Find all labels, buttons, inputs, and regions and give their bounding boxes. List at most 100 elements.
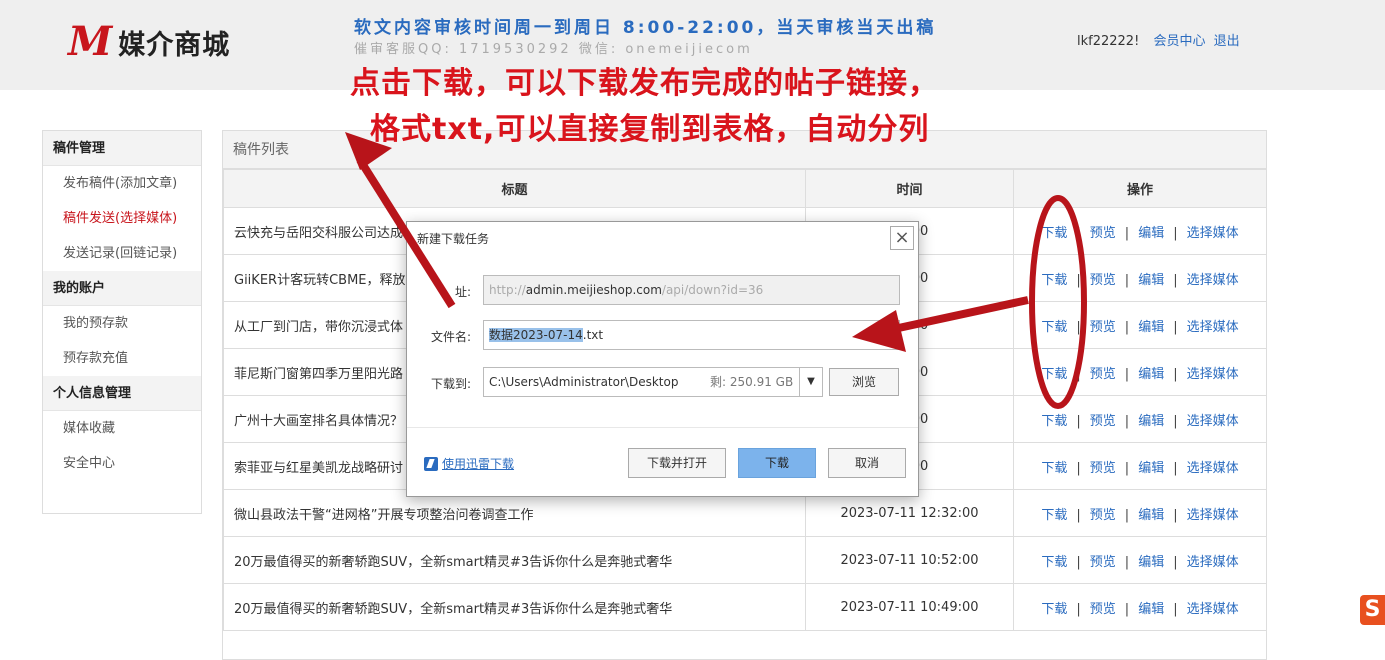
op-separator: |	[1124, 272, 1130, 288]
sidebar-item-publish[interactable]: 发布稿件(添加文章)	[43, 166, 201, 201]
row-ops: 下载 | 预览 | 编辑 | 选择媒体	[1013, 442, 1267, 490]
sidebar-item-recharge[interactable]: 预存款充值	[43, 341, 201, 376]
row-title: 20万最值得买的新奢轿跑SUV，全新smart精灵#3告诉你什么是奔驰式奢华	[223, 536, 806, 584]
url-host: admin.meijieshop.com	[525, 283, 662, 297]
thunder-icon	[424, 456, 438, 471]
cancel-button[interactable]: 取消	[828, 448, 906, 478]
browse-button[interactable]: 浏览	[829, 368, 899, 396]
op-separator: |	[1124, 366, 1130, 382]
review-hours-notice: 软文内容审核时间周一到周日 8:00-22:00，当天审核当天出稿	[354, 18, 937, 38]
edit-link[interactable]: 编辑	[1138, 555, 1164, 570]
download-link[interactable]: 下载	[1041, 320, 1067, 335]
op-separator: |	[1173, 319, 1178, 335]
row-ops: 下载 | 预览 | 编辑 | 选择媒体	[1013, 395, 1267, 443]
download-and-open-button[interactable]: 下载并打开	[628, 448, 726, 478]
download-link[interactable]: 下载	[1041, 273, 1067, 288]
url-label: 址:	[454, 285, 471, 299]
download-link[interactable]: 下载	[1041, 367, 1067, 382]
save-path-label: 下载到:	[430, 377, 471, 391]
preview-link[interactable]: 预览	[1090, 602, 1116, 617]
sidebar-item-send[interactable]: 稿件发送(选择媒体)	[43, 201, 201, 236]
op-separator: |	[1124, 413, 1130, 429]
url-scheme: http://	[489, 283, 526, 297]
close-icon[interactable]: ×	[890, 226, 914, 250]
download-button[interactable]: 下载	[738, 448, 816, 478]
preview-link[interactable]: 预览	[1090, 367, 1116, 382]
download-link[interactable]: 下载	[1041, 461, 1067, 476]
dialog-title: 新建下载任务	[417, 232, 490, 246]
edit-link[interactable]: 编辑	[1138, 461, 1164, 476]
support-contact: 催审客服QQ: 1719530292 微信: onemeijiecom	[354, 42, 753, 57]
op-separator: |	[1124, 554, 1130, 570]
edit-link[interactable]: 编辑	[1138, 367, 1164, 382]
select-media-link[interactable]: 选择媒体	[1187, 414, 1239, 429]
download-link[interactable]: 下载	[1041, 508, 1067, 523]
preview-link[interactable]: 预览	[1090, 555, 1116, 570]
column-header-ops: 操作	[1013, 169, 1267, 208]
op-separator: |	[1076, 366, 1081, 382]
row-ops: 下载 | 预览 | 编辑 | 选择媒体	[1013, 207, 1267, 255]
edit-link[interactable]: 编辑	[1138, 273, 1164, 288]
edit-link[interactable]: 编辑	[1138, 508, 1164, 523]
new-download-dialog: 新建下载任务 × 址: http://admin.meijieshop.com/…	[406, 221, 919, 497]
preview-link[interactable]: 预览	[1090, 320, 1116, 335]
select-media-link[interactable]: 选择媒体	[1187, 273, 1239, 288]
table-row: 20万最值得买的新奢轿跑SUV，全新smart精灵#3告诉你什么是奔驰式奢华 20…	[223, 583, 1267, 631]
preview-link[interactable]: 预览	[1090, 273, 1116, 288]
url-path: /api/down?id=36	[661, 283, 764, 297]
download-link[interactable]: 下载	[1041, 226, 1067, 241]
op-separator: |	[1076, 554, 1081, 570]
member-center-link[interactable]: 会员中心	[1153, 34, 1205, 49]
preview-link[interactable]: 预览	[1090, 414, 1116, 429]
table-row: 20万最值得买的新奢轿跑SUV，全新smart精灵#3告诉你什么是奔驰式奢华 20…	[223, 536, 1267, 584]
chevron-down-icon[interactable]: ▼	[799, 367, 823, 397]
filename-label: 文件名:	[430, 330, 471, 344]
row-ops: 下载 | 预览 | 编辑 | 选择媒体	[1013, 489, 1267, 537]
download-link[interactable]: 下载	[1041, 602, 1067, 617]
op-separator: |	[1076, 319, 1081, 335]
op-separator: |	[1124, 601, 1130, 617]
op-separator: |	[1076, 272, 1081, 288]
site-logo[interactable]: M 媒介商城	[68, 22, 230, 62]
op-separator: |	[1173, 413, 1178, 429]
sidebar-item-favorites[interactable]: 媒体收藏	[43, 411, 201, 446]
preview-link[interactable]: 预览	[1090, 461, 1116, 476]
user-bar: lkf22222! 会员中心 退出	[1077, 30, 1244, 49]
sidebar-item-records[interactable]: 发送记录(回链记录)	[43, 236, 201, 271]
row-ops: 下载 | 预览 | 编辑 | 选择媒体	[1013, 536, 1267, 584]
row-time: 2023-07-11 10:49:00	[805, 583, 1014, 631]
select-media-link[interactable]: 选择媒体	[1187, 508, 1239, 523]
op-separator: |	[1124, 460, 1130, 476]
preview-link[interactable]: 预览	[1090, 226, 1116, 241]
select-media-link[interactable]: 选择媒体	[1187, 226, 1239, 241]
table-header-row: 标题 时间 操作	[223, 169, 1267, 208]
op-separator: |	[1076, 413, 1081, 429]
edit-link[interactable]: 编辑	[1138, 320, 1164, 335]
sidebar-item-security[interactable]: 安全中心	[43, 446, 201, 481]
select-media-link[interactable]: 选择媒体	[1187, 367, 1239, 382]
select-media-link[interactable]: 选择媒体	[1187, 320, 1239, 335]
op-separator: |	[1173, 225, 1178, 241]
logo-mark: M	[68, 18, 113, 65]
select-media-link[interactable]: 选择媒体	[1187, 555, 1239, 570]
select-media-link[interactable]: 选择媒体	[1187, 461, 1239, 476]
select-media-link[interactable]: 选择媒体	[1187, 602, 1239, 617]
logout-link[interactable]: 退出	[1214, 34, 1240, 49]
edit-link[interactable]: 编辑	[1138, 414, 1164, 429]
op-separator: |	[1076, 460, 1081, 476]
row-ops: 下载 | 预览 | 编辑 | 选择媒体	[1013, 348, 1267, 396]
preview-link[interactable]: 预览	[1090, 508, 1116, 523]
username: lkf22222!	[1077, 34, 1140, 49]
corner-logo: S	[1360, 595, 1385, 625]
row-time: 2023-07-11 10:52:00	[805, 536, 1014, 584]
edit-link[interactable]: 编辑	[1138, 226, 1164, 241]
download-link[interactable]: 下载	[1041, 555, 1067, 570]
op-separator: |	[1173, 460, 1178, 476]
filename-input[interactable]: 数据2023-07-14.txt	[483, 320, 900, 350]
sidebar-item-deposit[interactable]: 我的预存款	[43, 306, 201, 341]
download-link[interactable]: 下载	[1041, 414, 1067, 429]
edit-link[interactable]: 编辑	[1138, 602, 1164, 617]
logo-text: 媒介商城	[118, 29, 231, 61]
thunder-download-link[interactable]: 使用迅雷下载	[424, 455, 514, 472]
op-separator: |	[1173, 601, 1178, 617]
